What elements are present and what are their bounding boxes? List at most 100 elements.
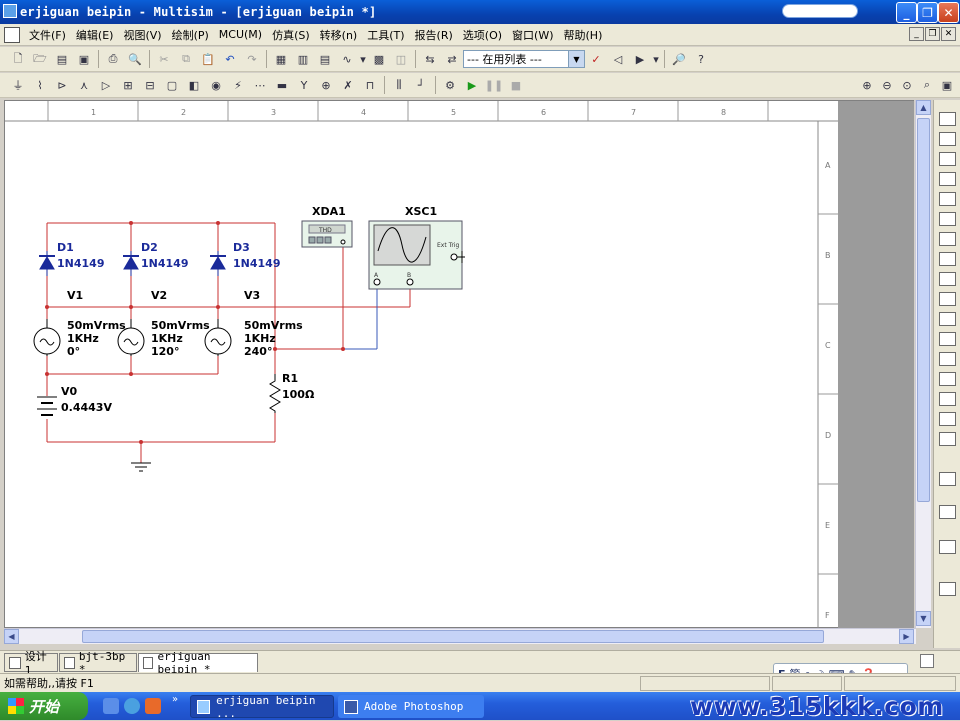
vertical-scrollbar[interactable]: ▲ ▼ [915,100,931,628]
schematic-canvas[interactable]: 1 2 3 4 5 6 7 8 A B C D E F D1 1N4149 D2… [4,100,915,629]
schematic-drawing[interactable]: 1 2 3 4 5 6 7 8 A B C D E F D1 1N4149 D2… [5,101,915,629]
zoom-fit-icon[interactable]: ⌕ [917,76,937,95]
scroll-up-icon[interactable]: ▲ [916,100,931,115]
backannotate-icon[interactable]: ⇆ [420,50,440,69]
firefox-icon[interactable] [145,698,161,714]
word-generator-icon[interactable] [939,252,956,266]
maximize-button[interactable]: ❐ [917,2,938,23]
menu-tools[interactable]: 工具(T) [362,27,409,43]
transfer-icon[interactable]: ◁ [608,50,628,69]
four-channel-oscilloscope-icon[interactable] [939,192,956,206]
ttl-icon[interactable]: ⊞ [118,76,138,95]
multisim-app-icon[interactable] [3,4,17,18]
design-toolbox-icon[interactable]: ▦ [271,50,291,69]
menu-simulate[interactable]: 仿真(S) [267,27,315,43]
oscilloscope-icon[interactable] [939,172,956,186]
spreadsheet-icon[interactable]: ▥ [293,50,313,69]
menu-edit[interactable]: 编辑(E) [71,27,119,43]
save-icon[interactable]: ▣ [74,50,94,69]
print-icon[interactable]: ⎙ [103,50,123,69]
menu-reports[interactable]: 报告(R) [410,27,458,43]
check-icon[interactable]: ✓ [586,50,606,69]
scroll-left-icon[interactable]: ◀ [4,629,19,644]
ultiboard-dropdown-icon[interactable]: ▾ [652,50,660,69]
zoom-in-icon[interactable]: ⊕ [857,76,877,95]
menu-transfer[interactable]: 转移(n) [315,27,363,43]
paste-icon[interactable]: 📋 [198,50,218,69]
transistor-icon[interactable]: ⋏ [74,76,94,95]
mdi-minimize-button[interactable]: _ [909,27,924,41]
horizontal-scroll-thumb[interactable] [82,630,824,643]
cmos-icon[interactable]: ⊟ [140,76,160,95]
minimize-button[interactable]: _ [896,2,917,23]
vertical-scroll-thumb[interactable] [917,118,930,502]
power-icon[interactable]: ⚡ [228,76,248,95]
interactive-sim-icon[interactable]: ⚙ [440,76,460,95]
ultiboard-icon[interactable]: ▶ [630,50,650,69]
logic-analyzer-icon[interactable] [939,272,956,286]
source-icon[interactable]: ⏚ [8,76,28,95]
frequency-counter-icon[interactable] [939,232,956,246]
hierarchical-block-icon[interactable]: ⊓ [360,76,380,95]
misc-digital-icon[interactable]: ▢ [162,76,182,95]
tab-bjt-3bp[interactable]: bjt-3bp * [59,650,137,676]
postprocessor-icon[interactable]: ▩ [369,50,389,69]
grapher-dropdown-icon[interactable]: ▾ [359,50,367,69]
mdi-restore-button[interactable]: ❐ [925,27,940,41]
function-generator-icon[interactable] [939,132,956,146]
distortion-analyzer-xda1[interactable] [301,220,353,248]
pause-icon[interactable]: ❚❚ [484,76,504,95]
menu-place[interactable]: 绘制(P) [167,27,214,43]
tektronix-icon[interactable] [939,582,956,596]
taskbar-multisim[interactable]: erjiguan beipin ... [190,694,334,720]
undo-icon[interactable]: ↶ [220,50,240,69]
spectrum-analyzer-icon[interactable] [939,352,956,366]
scroll-down-icon[interactable]: ▼ [916,611,931,626]
bode-plotter-icon[interactable] [939,212,956,226]
show-desktop-icon[interactable] [103,698,119,714]
distortion-analyzer-icon[interactable] [939,332,956,346]
resistor-symbol[interactable] [269,374,281,413]
open-folder-icon[interactable]: 🗁 [30,50,50,69]
current-probe-icon[interactable] [939,540,956,554]
logic-converter-icon[interactable] [939,292,956,306]
new-file-icon[interactable]: 🗋 [8,50,28,69]
measurement-probe-icon[interactable] [939,505,956,519]
agilent-multimeter-icon[interactable] [939,412,956,426]
menu-file[interactable]: 文件(F) [24,27,71,43]
menu-help[interactable]: 帮助(H) [559,27,608,43]
redo-icon[interactable]: ↷ [242,50,262,69]
menu-options[interactable]: 选项(O) [458,27,507,43]
open-sample-icon[interactable]: ▤ [52,50,72,69]
iv-analyzer-icon[interactable] [939,312,956,326]
indicator-icon[interactable]: ◉ [206,76,226,95]
rf-icon[interactable]: Y [294,76,314,95]
chevron-down-icon[interactable]: ▼ [568,51,584,67]
cut-icon[interactable]: ✂ [154,50,174,69]
pin-icon[interactable]: ┘ [411,76,431,95]
erc-icon[interactable]: ◫ [391,50,411,69]
grapher-icon[interactable]: ∿ [337,50,357,69]
full-screen-icon[interactable]: ▣ [937,76,957,95]
menu-view[interactable]: 视图(V) [118,27,166,43]
help-icon[interactable]: ? [691,50,711,69]
analog-icon[interactable]: ▷ [96,76,116,95]
wire-blue[interactable] [343,284,378,350]
run-icon[interactable]: ▶ [462,76,482,95]
zoom-out-icon[interactable]: ⊖ [877,76,897,95]
agilent-oscilloscope-icon[interactable] [939,432,956,446]
mdi-close-button[interactable]: ✕ [941,27,956,41]
diode-icon[interactable]: ⊳ [52,76,72,95]
title-search-box[interactable] [782,4,858,18]
start-button[interactable]: 开始 [0,692,88,720]
quicklaunch-more-icon[interactable]: » [172,694,178,705]
close-button[interactable]: ✕ [938,2,959,23]
find-component-icon[interactable]: 🔎 [669,50,689,69]
scroll-right-icon[interactable]: ▶ [899,629,914,644]
document-icon[interactable] [4,26,20,43]
electromechanical-icon[interactable]: ⊕ [316,76,336,95]
oscilloscope-xsc1[interactable] [368,220,465,290]
print-preview-icon[interactable]: 🔍 [125,50,145,69]
panel-toggle-icon[interactable] [920,654,934,668]
peripheral-icon[interactable]: ▬ [272,76,292,95]
